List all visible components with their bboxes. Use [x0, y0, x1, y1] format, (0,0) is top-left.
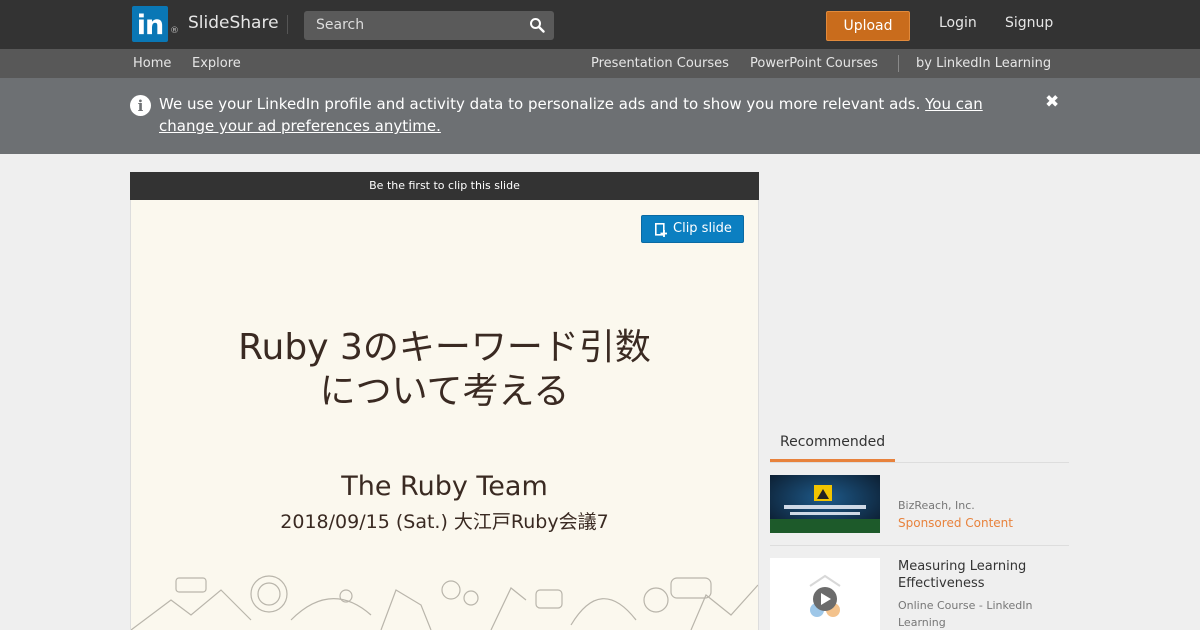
divider	[898, 55, 899, 72]
close-icon[interactable]: ✖	[1045, 92, 1059, 112]
top-bar: in ® SlideShare Search Upload Login Sign…	[0, 0, 1200, 49]
registered-mark: ®	[170, 26, 179, 36]
clip-slide-label: Clip slide	[673, 221, 732, 236]
divider	[770, 545, 1069, 546]
course-title[interactable]: Measuring Learning Effectiveness	[898, 558, 1068, 592]
sub-nav: Home Explore Presentation Courses PowerP…	[0, 49, 1200, 78]
ad-notice-banner: i We use your LinkedIn profile and activ…	[0, 78, 1200, 154]
recommended-item[interactable]: Measuring Learning Effectiveness Online …	[770, 558, 1069, 630]
clip-slide-button[interactable]: Clip slide	[641, 215, 744, 243]
notice-text: We use your LinkedIn profile and activit…	[159, 93, 1009, 137]
nav-home[interactable]: Home	[133, 56, 171, 71]
nav-powerpoint-courses[interactable]: PowerPoint Courses	[750, 56, 878, 71]
search-icon[interactable]	[529, 17, 545, 33]
signup-link[interactable]: Signup	[1005, 15, 1053, 31]
clip-info-bar: Be the first to clip this slide	[130, 172, 759, 200]
sponsored-thumbnail[interactable]	[770, 475, 880, 533]
slide-title-line-2: について考える	[319, 371, 570, 412]
divider	[770, 462, 1069, 463]
nav-linkedin-learning[interactable]: by LinkedIn Learning	[916, 56, 1051, 71]
tab-recommended[interactable]: Recommended	[770, 434, 895, 462]
nav-explore[interactable]: Explore	[192, 56, 241, 71]
clip-icon	[655, 223, 667, 237]
nav-presentation-courses[interactable]: Presentation Courses	[591, 56, 729, 71]
slide-date: 2018/09/15 (Sat.) 大江戸Ruby会議7	[280, 511, 609, 533]
slide-viewer[interactable]: Clip slide Ruby 3のキーワード引数 について考える The Ru…	[130, 200, 759, 630]
recommended-item[interactable]: BizReach, Inc. Sponsored Content	[770, 475, 1069, 535]
slide-title: Ruby 3のキーワード引数 について考える	[131, 326, 758, 414]
course-meta: Online Course - LinkedIn Learning	[898, 599, 1033, 629]
slide-author: The Ruby Team	[341, 471, 548, 502]
login-link[interactable]: Login	[939, 15, 977, 31]
search-placeholder: Search	[316, 17, 365, 33]
info-icon: i	[130, 95, 151, 116]
linkedin-logo[interactable]: in	[132, 6, 168, 42]
slideshare-brand[interactable]: SlideShare	[188, 13, 279, 33]
upload-button[interactable]: Upload	[826, 11, 910, 41]
tools-sketch-illustration	[131, 575, 758, 630]
course-thumbnail[interactable]	[770, 558, 880, 630]
search-input[interactable]: Search	[304, 11, 554, 40]
sponsored-label: Sponsored Content	[898, 516, 1013, 530]
slide-title-line-1: Ruby 3のキーワード引数	[238, 327, 651, 368]
sponsor-company: BizReach, Inc.	[898, 499, 975, 512]
notice-message: We use your LinkedIn profile and activit…	[159, 95, 926, 113]
divider	[287, 15, 288, 34]
